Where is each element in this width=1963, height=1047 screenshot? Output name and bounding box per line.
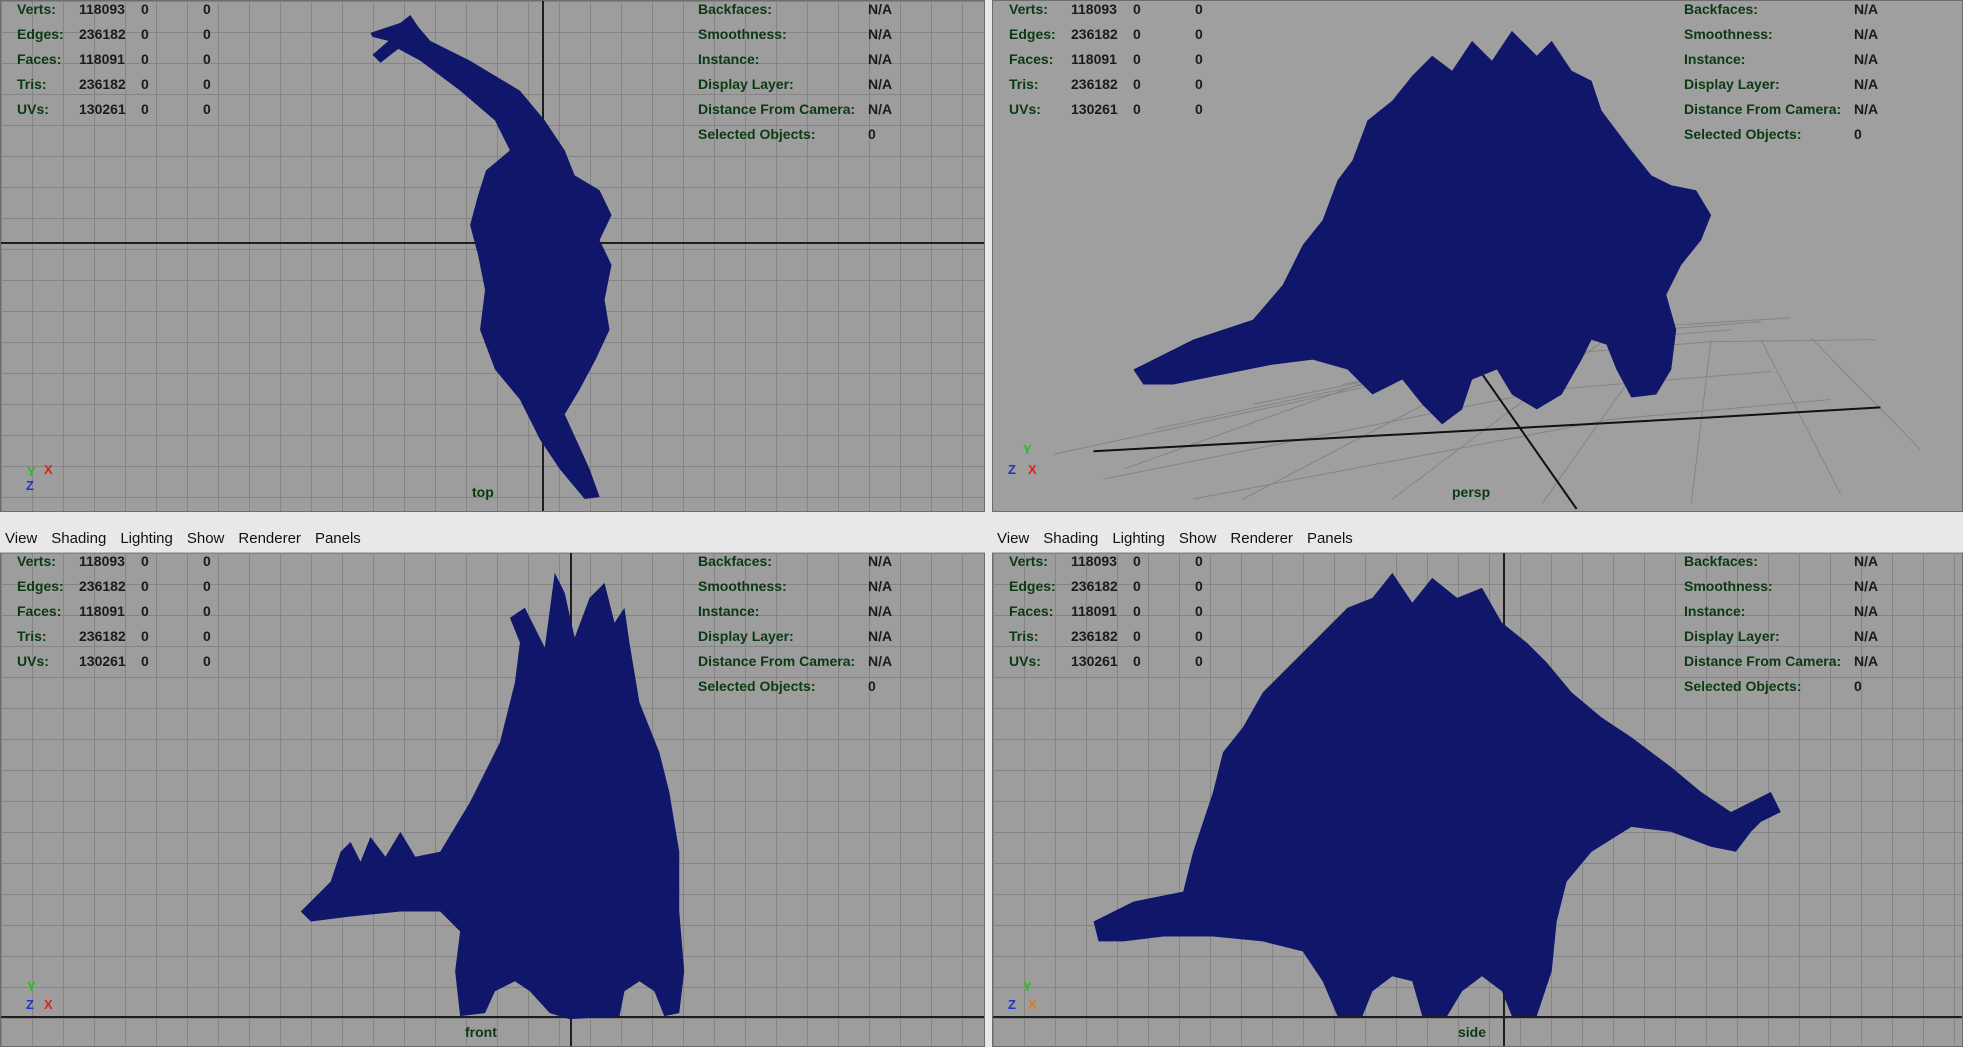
menu-renderer[interactable]: Renderer [1230, 530, 1293, 547]
poly-count-hud: Verts: 118093 0 0 Edges: 236182 0 0 Faces: 1180… [1009, 553, 1203, 669]
gizmo-z-label: Z [1008, 462, 1016, 477]
gizmo-y-label: Y [1023, 979, 1032, 994]
object-details-hud: Backfaces: N/A Smoothness: N/A Instance: N/… [1684, 553, 1879, 694]
menu-shading[interactable]: Shading [1043, 530, 1098, 547]
viewport-panel-front[interactable]: View Shading Lighting Show Renderer Pane… [0, 524, 985, 1047]
gizmo-z-label: Z [26, 478, 34, 493]
menu-renderer[interactable]: Renderer [238, 530, 301, 547]
axis-gizmo-icon: Y Z X [22, 979, 62, 1019]
poly-count-hud: Verts: 118093 0 0 Edges: 236182 0 0 Faces: 1180… [17, 553, 211, 669]
poly-count-hud: Verts: 118093 0 0 Edges: 236182 0 0 Faces: 1180… [1009, 1, 1203, 117]
gizmo-x-label: X [44, 997, 53, 1012]
viewport-panel-side[interactable]: View Shading Lighting Show Renderer Pane… [992, 524, 1963, 1047]
object-details-hud: Backfaces: N/A Smoothness: N/A Instance: N/… [1684, 1, 1879, 142]
menu-show[interactable]: Show [1179, 530, 1217, 547]
gizmo-x-label: X [44, 462, 53, 477]
camera-label: top [472, 484, 494, 500]
menu-shading[interactable]: Shading [51, 530, 106, 547]
gizmo-x-label: X [1028, 462, 1037, 477]
menu-lighting[interactable]: Lighting [1112, 530, 1165, 547]
menu-panels[interactable]: Panels [315, 530, 361, 547]
menu-view[interactable]: View [997, 530, 1029, 547]
object-details-hud: Backfaces: N/A Smoothness: N/A Instance: N/… [698, 1, 893, 142]
panel-menubar: View Shading Lighting Show Renderer Pane… [992, 524, 1963, 553]
gizmo-z-label: Z [1008, 997, 1016, 1012]
viewport-panel-top[interactable]: Verts: 118093 0 0 Edges: 236182 0 0 Faces: 1180… [0, 0, 985, 512]
poly-count-hud: Verts: 118093 0 0 Edges: 236182 0 0 Faces: 1180… [17, 1, 211, 117]
camera-label: side [1458, 1024, 1487, 1040]
axis-gizmo-icon: Y X Z [22, 458, 62, 498]
camera-label: persp [1452, 484, 1491, 500]
camera-label: front [465, 1024, 497, 1040]
menu-show[interactable]: Show [187, 530, 225, 547]
gizmo-y-label: Y [27, 979, 36, 994]
gizmo-y-label: Y [27, 464, 36, 479]
axis-gizmo-icon: Y Z X [1004, 442, 1044, 482]
menu-view[interactable]: View [5, 530, 37, 547]
gizmo-x-label: X [1028, 997, 1037, 1012]
gizmo-z-label: Z [26, 997, 34, 1012]
axis-gizmo-icon: Y Z X [1004, 979, 1044, 1019]
object-details-hud: Backfaces: N/A Smoothness: N/A Instance: N/… [698, 553, 893, 694]
panel-menubar: View Shading Lighting Show Renderer Pane… [0, 524, 985, 553]
menu-lighting[interactable]: Lighting [120, 530, 173, 547]
gizmo-y-label: Y [1023, 442, 1032, 457]
viewport-panel-persp[interactable]: Verts: 118093 0 0 Edges: 236182 0 0 Faces: 1180… [992, 0, 1963, 512]
menu-panels[interactable]: Panels [1307, 530, 1353, 547]
